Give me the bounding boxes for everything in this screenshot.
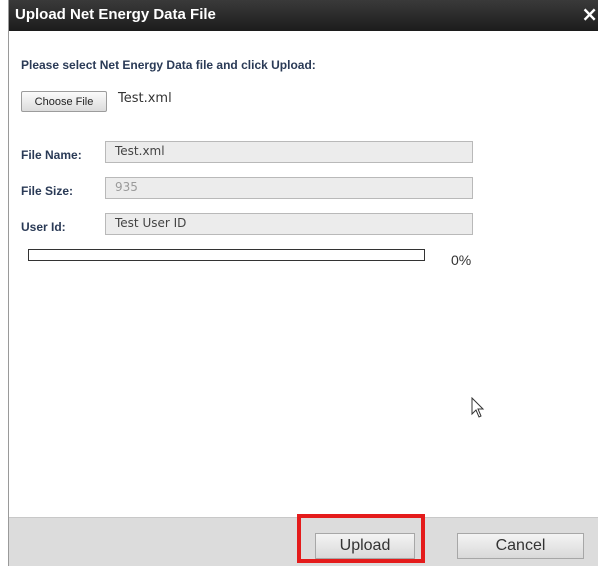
choose-file-button[interactable]: Choose File	[21, 91, 107, 112]
file-size-field[interactable]: 935	[105, 177, 473, 199]
upload-dialog: Upload Net Energy Data File × Please sel…	[8, 0, 598, 566]
upload-progress-percent: 0%	[451, 252, 472, 268]
dialog-footer: Upload Cancel	[9, 517, 598, 566]
close-icon[interactable]: ×	[581, 4, 598, 24]
instruction-text: Please select Net Energy Data file and c…	[21, 58, 316, 72]
chosen-file-name: Test.xml	[118, 91, 172, 106]
upload-progress-bar	[28, 249, 425, 261]
user-id-label: User Id:	[21, 220, 66, 234]
dialog-title: Upload Net Energy Data File	[15, 6, 216, 23]
mouse-pointer-icon	[471, 397, 485, 418]
dialog-titlebar[interactable]: Upload Net Energy Data File ×	[9, 0, 598, 31]
cancel-button[interactable]: Cancel	[457, 533, 584, 559]
file-size-label: File Size:	[21, 184, 74, 198]
file-name-label: File Name:	[21, 148, 82, 162]
upload-button[interactable]: Upload	[315, 533, 415, 559]
file-name-field[interactable]: Test.xml	[105, 141, 473, 163]
user-id-field[interactable]: Test User ID	[105, 213, 473, 235]
